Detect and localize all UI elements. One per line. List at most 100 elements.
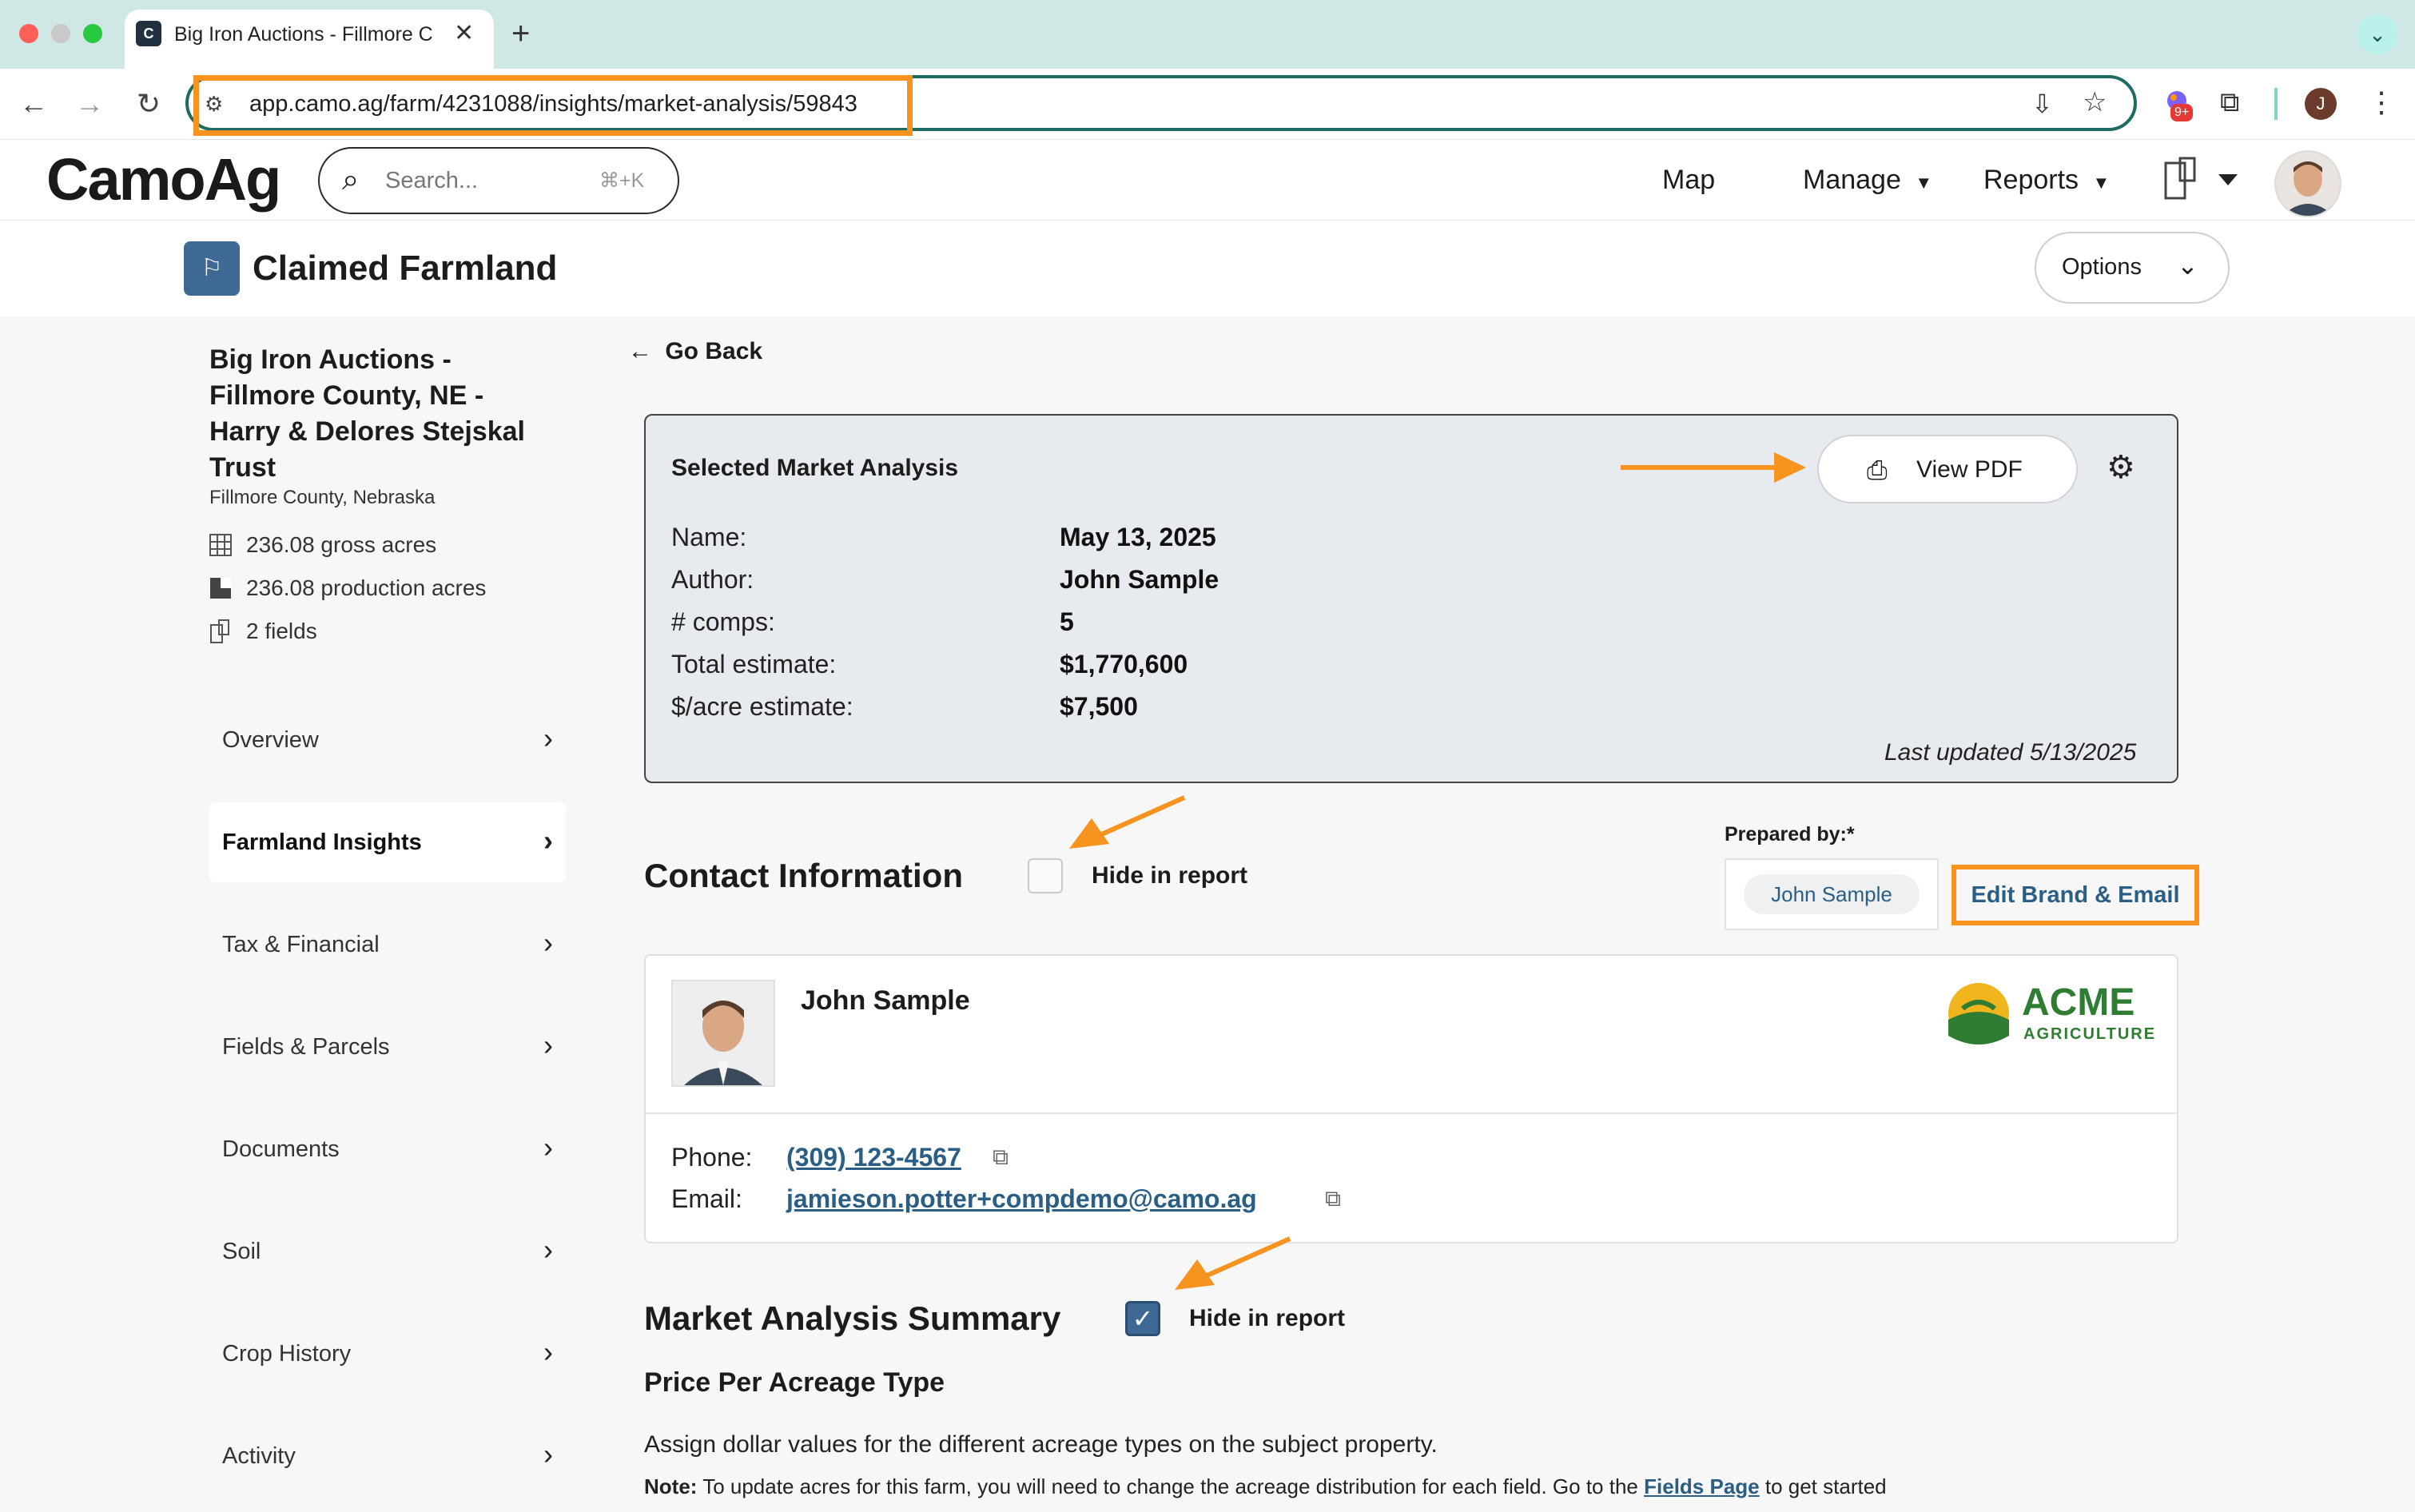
sidebar-item-label: Farmland Insights [222, 830, 422, 855]
profile-avatar[interactable]: J [2305, 88, 2337, 120]
chevron-right-icon: › [543, 824, 553, 857]
analysis-value: $1,770,600 [1060, 650, 1188, 678]
phone-link[interactable]: (309) 123-4567 [786, 1140, 961, 1175]
copy-icon[interactable]: ⧉ [993, 1141, 1009, 1173]
tab-title: Big Iron Auctions - Fillmore C [174, 23, 433, 46]
sidebar-item-label: Activity [222, 1443, 296, 1469]
printer-icon: ⎙ [1867, 456, 1888, 484]
analysis-value: May 13, 2025 [1060, 523, 1216, 551]
sidebar-item-crop-history[interactable]: Crop History › [209, 1314, 566, 1394]
caret-down-icon: ▼ [1915, 173, 1933, 193]
url-text[interactable]: app.camo.ag/farm/4231088/insights/market… [249, 88, 857, 120]
annotation-arrow-down-left [1063, 791, 1191, 855]
sidebar-item-activity[interactable]: Activity › [209, 1416, 566, 1496]
user-avatar[interactable] [2274, 150, 2341, 217]
production-acres-icon [209, 577, 232, 599]
search-input[interactable]: ⌕ Search... ⌘+K [318, 147, 679, 214]
close-tab-icon[interactable]: ✕ [454, 19, 474, 48]
install-app-icon[interactable]: ⇩ [2031, 86, 2053, 121]
sidebar-item-tax-financial[interactable]: Tax & Financial › [209, 905, 566, 985]
fields-page-link[interactable]: Fields Page [1644, 1474, 1760, 1498]
analysis-key: Author: [671, 565, 754, 594]
arrow-left-icon: ← [628, 338, 652, 364]
gear-icon[interactable]: ⚙ [2107, 449, 2135, 486]
prepared-by-chip[interactable]: John Sample [1744, 874, 1920, 914]
copy-icon[interactable]: ⧉ [1325, 1183, 1341, 1215]
analysis-key: Name: [671, 523, 747, 551]
sidebar-item-farmland-insights[interactable]: Farmland Insights › [209, 802, 566, 882]
note-tail: to get started [1765, 1474, 1887, 1498]
favicon-icon: C [136, 21, 161, 46]
sidebar-item-overview[interactable]: Overview › [209, 700, 566, 780]
tab-search-chevron-icon[interactable]: ⌄ [2357, 14, 2397, 54]
nav-map[interactable]: Map [1662, 160, 1715, 200]
forward-arrow-icon[interactable]: → [69, 83, 110, 125]
analysis-key: $/acre estimate: [671, 692, 853, 721]
annotation-arrow-down-left [1168, 1232, 1296, 1296]
close-window-button[interactable] [19, 24, 38, 43]
phone-label: Phone: [671, 1143, 753, 1172]
email-label: Email: [671, 1184, 742, 1213]
analysis-value: $7,500 [1060, 692, 1138, 721]
annotation-arrow-right [1617, 448, 1809, 487]
go-back-link[interactable]: ← Go Back [628, 336, 762, 368]
summary-section-title: Market Analysis Summary [644, 1299, 1061, 1337]
back-arrow-icon[interactable]: ← [13, 83, 54, 125]
last-updated: Last updated 5/13/2025 [1884, 739, 2137, 766]
contact-hide-checkbox[interactable] [1028, 858, 1063, 893]
summary-description: Assign dollar values for the different a… [644, 1431, 1438, 1458]
email-link[interactable]: jamieson.potter+compdemo@camo.ag [786, 1181, 1257, 1216]
sidebar-item-fields-parcels[interactable]: Fields & Parcels › [209, 1007, 566, 1087]
maximize-window-button[interactable] [83, 24, 102, 43]
chevron-right-icon: › [543, 1438, 553, 1470]
summary-hide-checkbox[interactable]: ✓ [1125, 1301, 1160, 1336]
summary-note: Note: To update acres for this farm, you… [644, 1472, 1887, 1501]
reload-icon[interactable]: ↻ [128, 83, 169, 125]
extension-badge: 9+ [2170, 104, 2194, 121]
org-switcher[interactable] [2162, 155, 2250, 203]
browser-menu-icon[interactable]: ⋮ [2367, 85, 2396, 120]
sidebar-item-documents[interactable]: Documents › [209, 1109, 566, 1189]
sidebar-item-soil[interactable]: Soil › [209, 1212, 566, 1291]
page-title: Claimed Farmland [253, 249, 558, 288]
sidebar-item-label: Crop History [222, 1341, 352, 1367]
brand-sub: AGRICULTURE [2023, 1025, 2157, 1043]
options-button[interactable]: Options ⌄ [2035, 232, 2230, 304]
chevron-right-icon: › [543, 722, 553, 754]
chevron-right-icon: › [543, 1131, 553, 1164]
bookmark-star-icon[interactable]: ☆ [2083, 85, 2107, 120]
sidebar-item-label: Documents [222, 1136, 340, 1162]
toolbar-divider [2274, 88, 2278, 120]
site-info-icon[interactable]: ⚙ [205, 88, 223, 120]
analysis-value: John Sample [1060, 565, 1219, 594]
analysis-key: # comps: [671, 607, 775, 636]
farm-location: Fillmore County, Nebraska [209, 487, 436, 508]
view-pdf-button[interactable]: ⎙ View PDF [1817, 435, 2078, 503]
edit-brand-email-button[interactable]: Edit Brand & Email [1951, 865, 2199, 925]
analysis-key: Total estimate: [671, 650, 837, 678]
search-icon: ⌕ [342, 163, 360, 197]
analysis-value: 5 [1060, 607, 1074, 636]
sidebar-item-label: Fields & Parcels [222, 1034, 390, 1060]
nav-manage-label: Manage [1803, 165, 1901, 195]
caret-down-icon: ▼ [2092, 173, 2111, 193]
checkmark-icon: ✓ [1132, 1304, 1154, 1333]
note-label: Note: [644, 1474, 698, 1498]
nav-manage[interactable]: Manage ▼ [1803, 160, 1932, 203]
sidebar-item-label: Overview [222, 727, 319, 753]
camoag-logo[interactable]: CamoAg [46, 144, 281, 216]
contact-name: John Sample [801, 985, 970, 1016]
minimize-window-button[interactable] [51, 24, 70, 43]
farm-name: Big Iron Auctions - Fillmore County, NE … [209, 344, 525, 483]
grid-icon [209, 534, 232, 556]
summary-hide-label: Hide in report [1189, 1305, 1346, 1331]
extensions-puzzle-icon[interactable]: ⧉ [2220, 85, 2239, 120]
nav-reports[interactable]: Reports ▼ [1983, 160, 2110, 203]
chevron-down-icon: ⌄ [2177, 251, 2198, 280]
go-back-label: Go Back [665, 338, 763, 364]
contact-section-title: Contact Information [644, 857, 963, 894]
chevron-right-icon: › [543, 1029, 553, 1061]
nav-reports-label: Reports [1983, 165, 2079, 195]
sidebar-item-label: Tax & Financial [222, 932, 380, 957]
new-tab-icon[interactable]: + [511, 14, 530, 53]
